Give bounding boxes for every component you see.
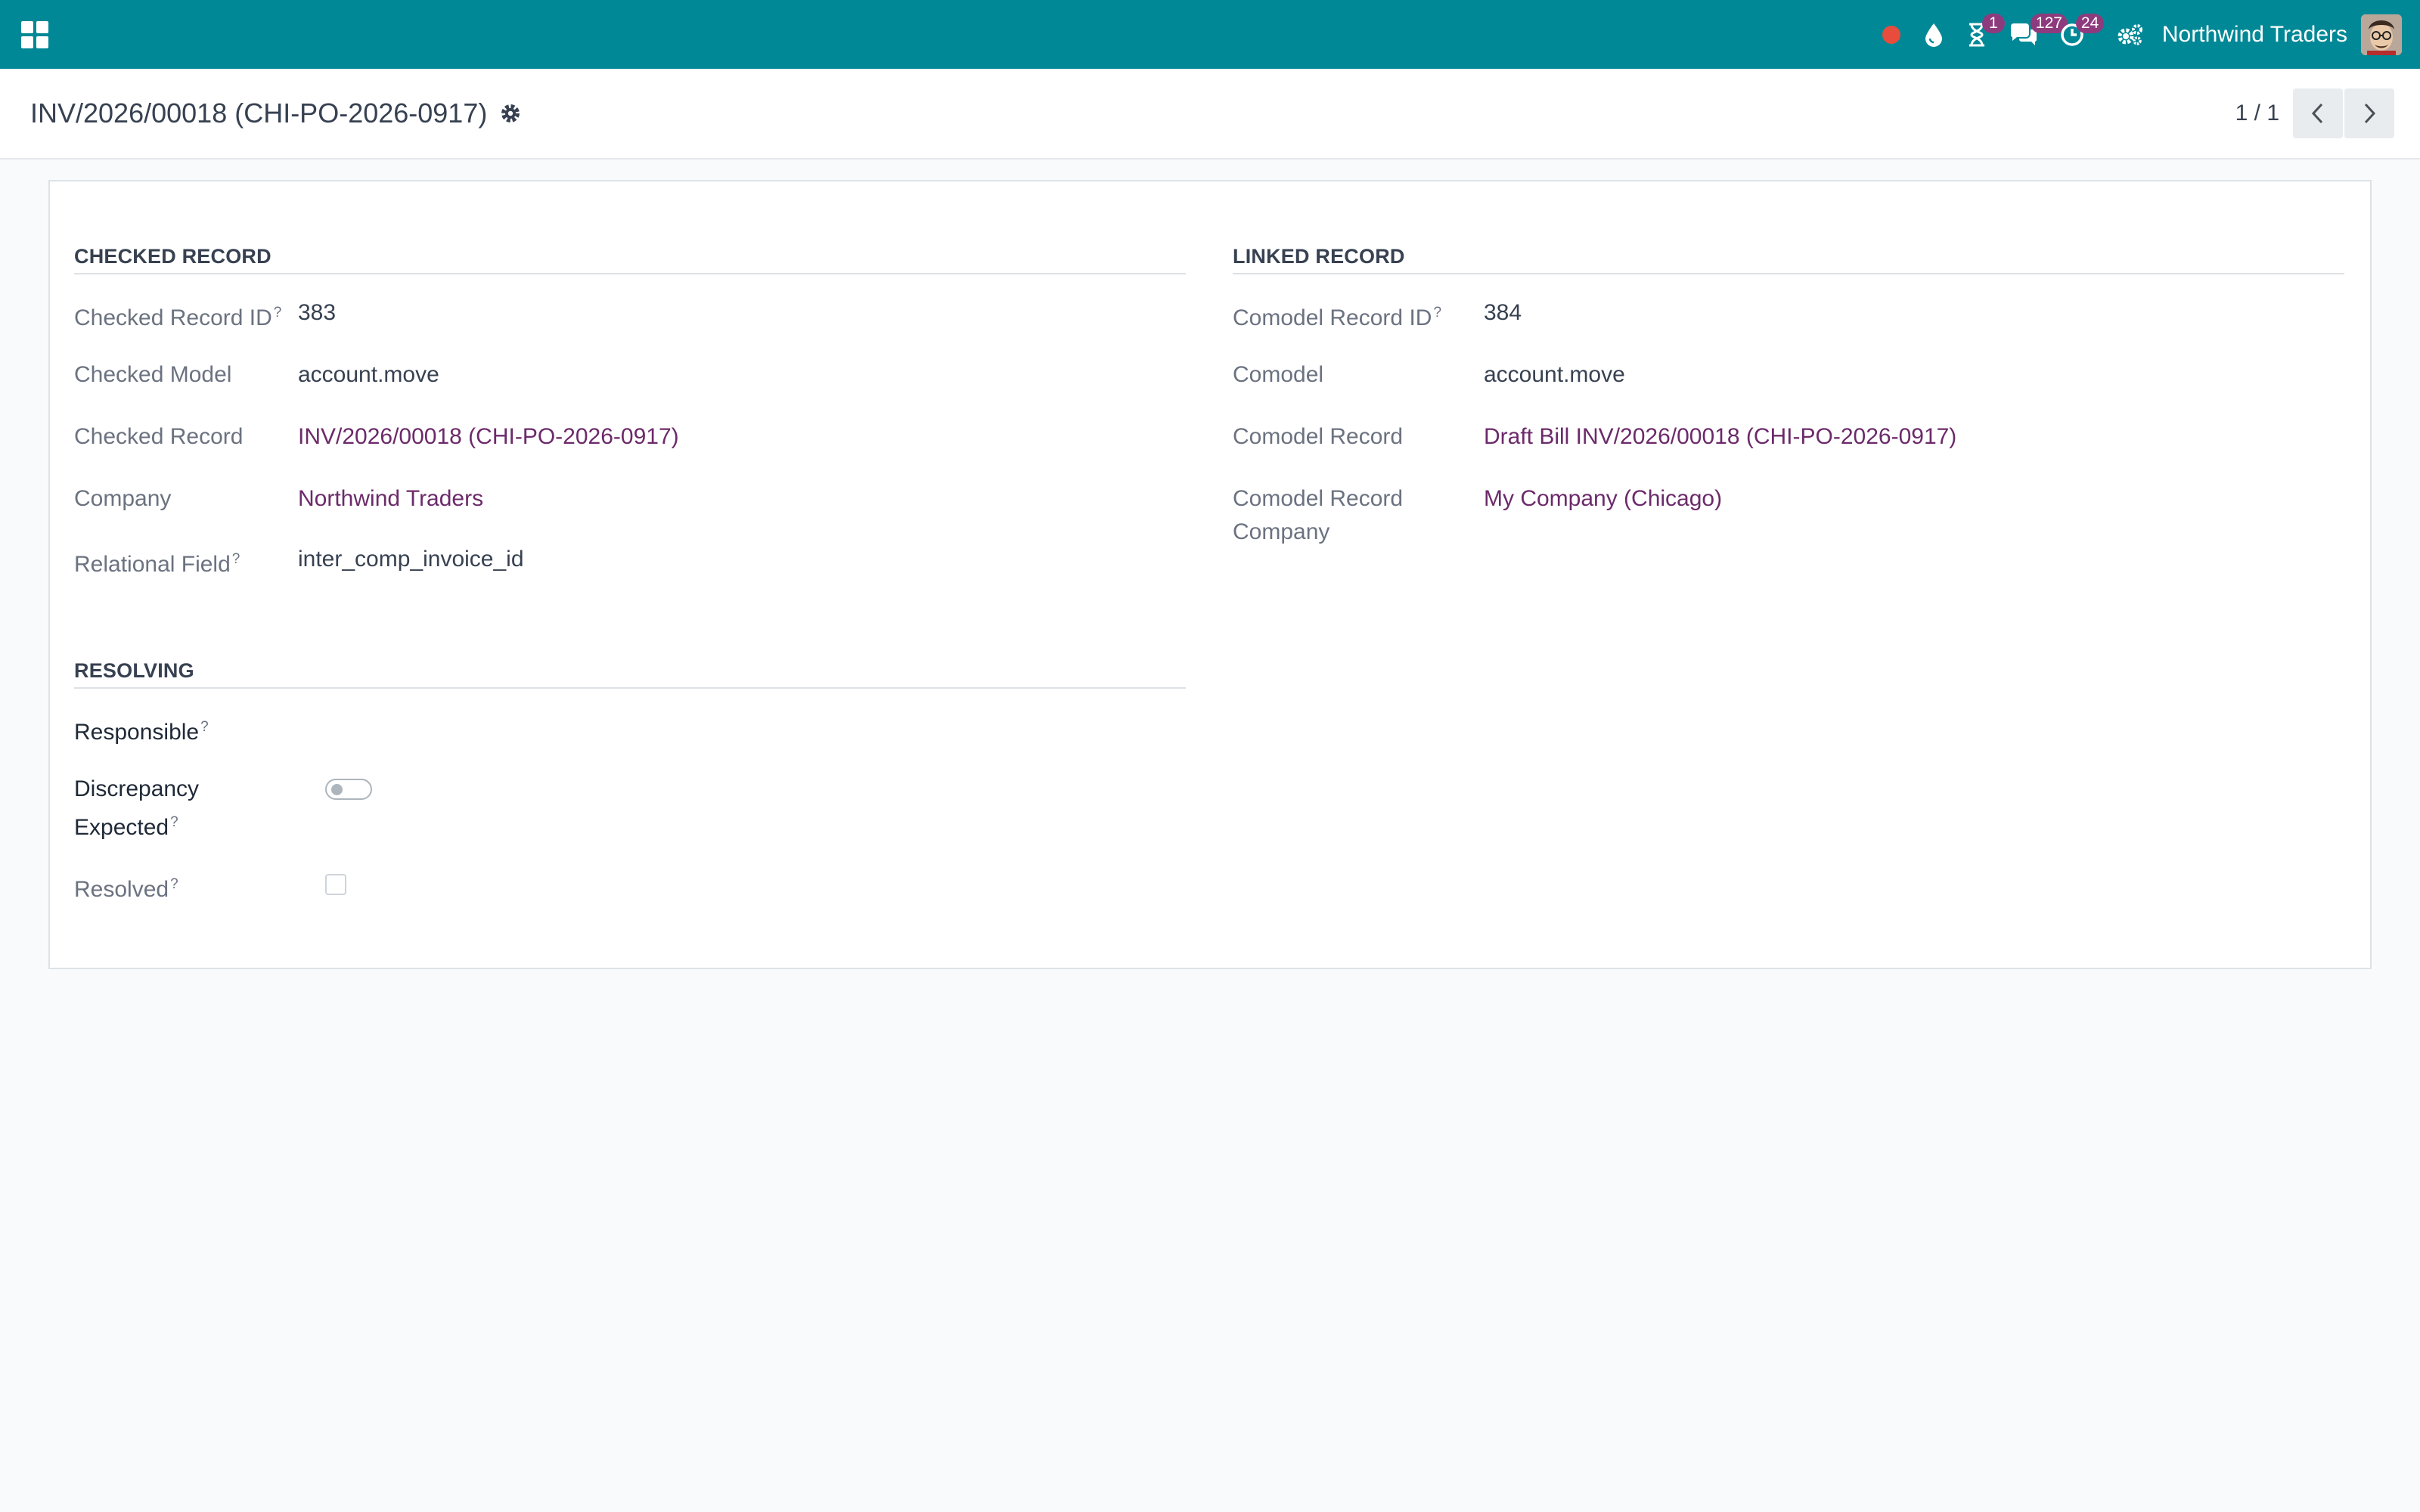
checked-record-label: Checked Record (74, 424, 244, 449)
navbar-systray: 1 127 24 Northwind Traders (1870, 0, 2402, 69)
comodel-record-company-row: Comodel Record Company My Company (Chicag… (1233, 482, 2344, 549)
pager: 1 / 1 (2235, 88, 2394, 138)
checked-record-id-value: 383 (298, 300, 337, 325)
gear-icon[interactable] (499, 102, 522, 125)
help-icon[interactable]: ? (1433, 305, 1441, 321)
linked-record-title: LINKED RECORD (1233, 245, 2344, 274)
resolved-row: Resolved? (74, 868, 1186, 906)
checked-model-value: account.move (298, 362, 439, 387)
breadcrumb: INV/2026/00018 (CHI-PO-2026-0917) (30, 98, 522, 129)
relational-field-label: Relational Field? (74, 551, 240, 577)
checked-model-row: Checked Model account.move (74, 358, 1186, 392)
help-icon[interactable]: ? (200, 719, 209, 735)
comodel-record-label: Comodel Record (1233, 424, 1404, 449)
comodel-record-company-link[interactable]: My Company (Chicago) (1484, 482, 1722, 516)
help-icon[interactable]: ? (170, 876, 178, 892)
comodel-row: Comodel account.move (1233, 358, 2344, 392)
comodel-record-row: Comodel Record Draft Bill INV/2026/00018… (1233, 420, 2344, 454)
relational-field-value: inter_comp_invoice_id (298, 547, 524, 572)
discrepancy-expected-toggle[interactable] (325, 779, 372, 800)
checked-record-link[interactable]: INV/2026/00018 (CHI-PO-2026-0917) (298, 420, 679, 454)
chevron-left-icon (2311, 103, 2323, 124)
hourglass-icon[interactable]: 1 (1955, 0, 2005, 69)
relational-field-row: Relational Field? inter_comp_invoice_id (74, 543, 1186, 581)
discrepancy-expected-label: Discrepancy Expected? (74, 776, 200, 840)
company-row: Company Northwind Traders (74, 482, 1186, 516)
help-icon[interactable]: ? (274, 305, 282, 321)
comodel-label: Comodel (1233, 362, 1324, 387)
checked-record-group: CHECKED RECORD Checked Record ID? 383 Ch… (74, 245, 1186, 577)
pager-value[interactable]: 1 / 1 (2235, 101, 2279, 126)
help-icon[interactable]: ? (232, 551, 240, 567)
discrepancy-expected-row: Discrepancy Expected? (74, 773, 1186, 844)
responsible-label: Responsible? (74, 719, 209, 745)
checked-record-id-row: Checked Record ID? 383 (74, 296, 1186, 335)
comodel-record-id-label: Comodel Record ID? (1233, 305, 1442, 330)
responsible-row: Responsible? (74, 711, 1186, 749)
record-title: INV/2026/00018 (CHI-PO-2026-0917) (30, 98, 488, 129)
checked-record-row: Checked Record INV/2026/00018 (CHI-PO-20… (74, 420, 1186, 454)
form-sheet: CHECKED RECORD Checked Record ID? 383 Ch… (48, 180, 2372, 969)
comodel-record-id-value: 384 (1484, 300, 1522, 325)
comodel-record-id-row: Comodel Record ID? 384 (1233, 296, 2344, 335)
resolving-title: RESOLVING (74, 659, 1186, 689)
apps-grid-icon[interactable] (21, 20, 48, 48)
company-switcher[interactable]: Northwind Traders (2155, 22, 2361, 48)
chat-bubbles-icon[interactable]: 127 (1999, 0, 2068, 69)
comodel-value: account.move (1484, 362, 1625, 387)
resolved-label: Resolved? (74, 876, 178, 902)
droplet-icon[interactable] (1913, 0, 1955, 69)
company-link[interactable]: Northwind Traders (298, 482, 483, 516)
resolving-group: RESOLVING Responsible? Discrepancy Expect… (74, 659, 1186, 902)
user-avatar[interactable] (2361, 14, 2402, 55)
clock-activity-icon[interactable]: 24 (2049, 0, 2105, 69)
pager-next-button[interactable] (2344, 88, 2394, 138)
cogs-icon[interactable] (2096, 0, 2155, 69)
resolved-checkbox[interactable] (325, 874, 346, 895)
help-icon[interactable]: ? (170, 814, 178, 830)
comodel-record-company-label: Comodel Record Company (1233, 486, 1404, 544)
checked-record-title: CHECKED RECORD (74, 245, 1186, 274)
checked-record-id-label: Checked Record ID? (74, 305, 282, 330)
linked-record-group: LINKED RECORD Comodel Record ID? 384 Com… (1233, 245, 2344, 544)
recording-dot-icon[interactable] (1870, 0, 1913, 69)
chevron-right-icon (2364, 103, 2376, 124)
control-panel: INV/2026/00018 (CHI-PO-2026-0917) 1 / 1 (0, 69, 2420, 160)
top-navbar: 1 127 24 Northwind Traders (0, 0, 2420, 69)
checked-model-label: Checked Model (74, 362, 232, 387)
comodel-record-link[interactable]: Draft Bill INV/2026/00018 (CHI-PO-2026-0… (1484, 420, 1956, 454)
company-label: Company (74, 486, 172, 511)
pager-previous-button[interactable] (2293, 88, 2343, 138)
